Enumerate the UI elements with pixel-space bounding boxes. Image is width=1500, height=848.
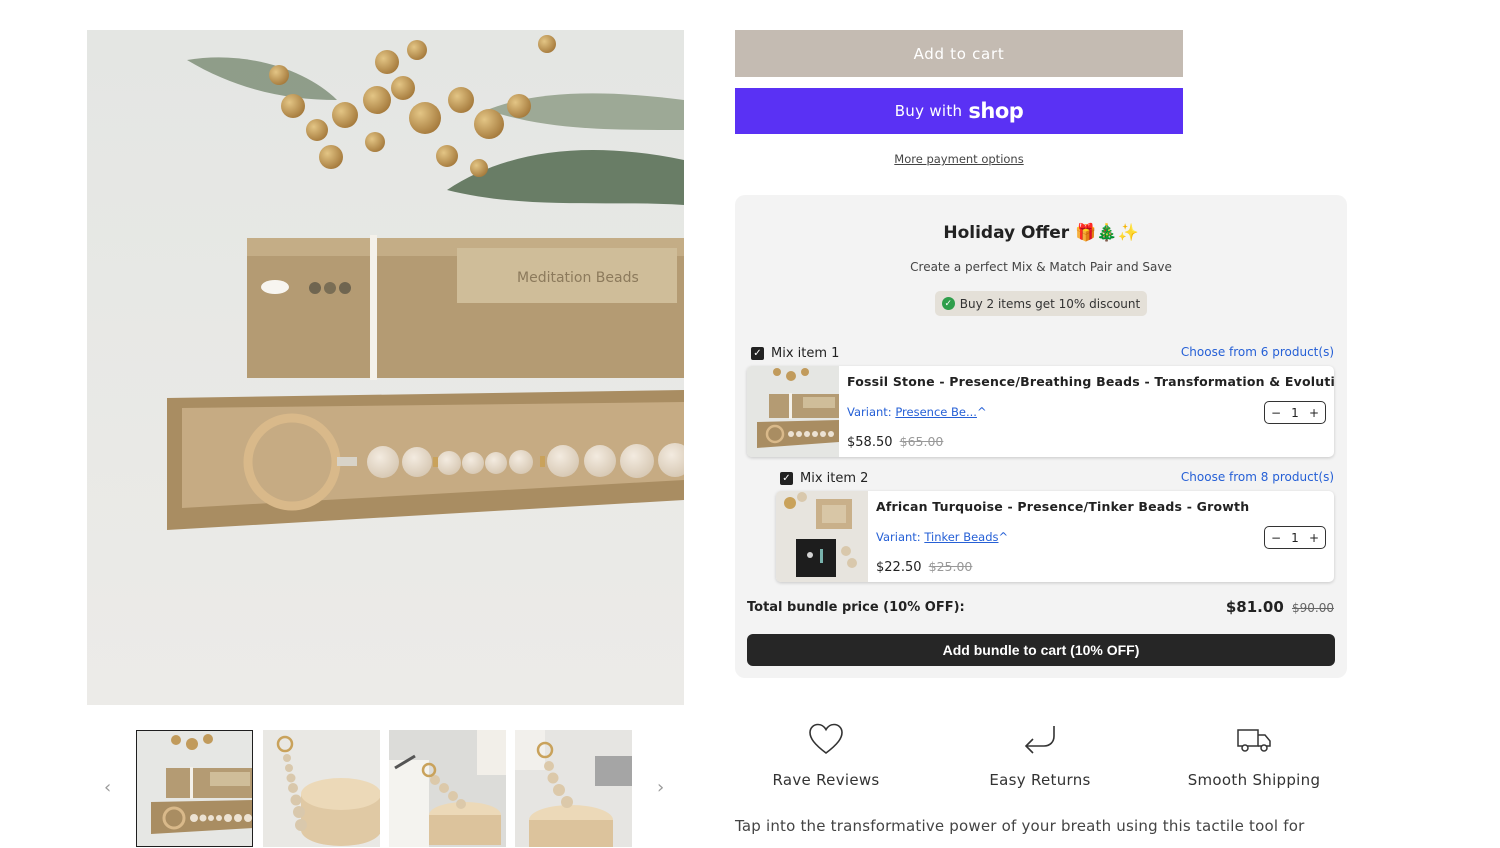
buy-with-label: Buy with [894,102,963,120]
feature-rave-reviews: Rave Reviews [726,722,926,789]
add-to-cart-button[interactable]: Add to cart [735,30,1183,77]
return-arrow-icon [1024,726,1055,754]
more-payment-options-link[interactable]: More payment options [894,152,1023,166]
mix-item-2-checkbox[interactable]: ✓ [780,472,793,485]
prev-thumbnail-arrow[interactable]: ‹ [104,777,111,798]
mix-item-1-card: Fossil Stone - Presence/Breathing Beads … [747,366,1334,457]
total-bundle-price: $81.00 $90.00 [1226,598,1334,616]
minus-icon[interactable]: − [1269,531,1283,545]
feature-smooth-shipping: Smooth Shipping [1154,722,1354,789]
mix-item-2-heading: Mix item 2 [800,471,869,486]
product-description: Tap into the transformative power of you… [735,817,1305,835]
total-compare-price: $90.00 [1292,601,1334,615]
mix-item-2-quantity[interactable]: 1 [1291,531,1299,545]
bundle-offer-panel: Holiday Offer 🎁🎄✨ Create a perfect Mix &… [735,195,1347,678]
add-bundle-to-cart-button[interactable]: Add bundle to cart (10% OFF) [747,634,1335,666]
feature-label: Easy Returns [989,771,1091,789]
box-label-text: Meditation Beads [517,270,639,286]
mix-item-1-image[interactable] [747,366,839,457]
mix-item-1-variant-label: Variant: [847,405,892,419]
mix-item-2-variant-select[interactable]: Tinker Beads [924,530,998,544]
mix-item-1-sale-price: $58.50 [847,435,893,450]
buy-with-shop-button[interactable]: Buy with shop [735,88,1183,134]
mix-item-2-sale-price: $22.50 [876,560,922,575]
feature-label: Smooth Shipping [1187,771,1321,789]
plus-icon[interactable]: + [1307,531,1321,545]
mix-item-2-name: African Turquoise - Presence/Tinker Bead… [876,499,1250,514]
heart-icon [809,723,843,755]
thumbnail-3[interactable] [389,730,506,847]
thumbnail-1[interactable] [136,730,253,847]
mix-item-2-card: African Turquoise - Presence/Tinker Bead… [776,491,1334,582]
mix-item-1-name: Fossil Stone - Presence/Breathing Beads … [847,374,1334,389]
mix-item-1-price: $58.50 $65.00 [847,434,943,450]
thumbnail-strip: ‹ › [100,730,672,848]
discount-badge-text: Buy 2 items get 10% discount [959,296,1141,311]
bundle-subtitle: Create a perfect Mix & Match Pair and Sa… [910,260,1172,274]
total-sale-price: $81.00 [1225,598,1284,616]
discount-badge: ✓ Buy 2 items get 10% discount [935,291,1147,316]
feature-easy-returns: Easy Returns [940,722,1140,789]
mix-item-2-price: $22.50 $25.00 [876,559,972,575]
mix-item-2-image[interactable] [776,491,868,582]
mix-item-1-header: ✓ Mix item 1 [751,346,839,361]
chevron-up-icon[interactable]: ^ [977,405,987,419]
bundle-title: Holiday Offer 🎁🎄✨ [943,223,1139,243]
check-circle-icon: ✓ [941,297,955,310]
mix-item-1-heading: Mix item 1 [771,346,840,361]
main-product-photo: Meditation Beads [87,30,684,705]
mix-item-2-variant-label: Variant: [876,530,921,544]
main-product-image[interactable]: Meditation Beads [87,30,684,705]
plus-icon[interactable]: + [1307,406,1321,420]
thumbnail-2[interactable] [263,730,380,847]
more-payment-options: More payment options [735,152,1183,166]
shop-logo: shop [968,99,1024,123]
mix-item-1-checkbox[interactable]: ✓ [751,347,764,360]
mix-item-1-variant-select[interactable]: Presence Be... [895,405,977,419]
mix-item-2-variant: Variant: Tinker Beads^ [876,530,1008,544]
mix-item-2-header: ✓ Mix item 2 [780,471,868,486]
mix-item-1-compare-price: $65.00 [899,434,944,449]
mix-item-1-quantity[interactable]: 1 [1291,406,1299,420]
mix-item-2-compare-price: $25.00 [928,559,973,574]
thumbnail-4[interactable] [515,730,632,847]
mix-item-1-variant: Variant: Presence Be...^ [847,405,987,419]
feature-label: Rave Reviews [772,771,880,789]
truck-icon [1237,729,1271,752]
chevron-up-icon[interactable]: ^ [999,530,1009,544]
mix-item-2-quantity-stepper: − 1 + [1264,526,1326,549]
mix-item-1-choose-link[interactable]: Choose from 6 product(s) [1181,345,1334,359]
mix-item-2-choose-link[interactable]: Choose from 8 product(s) [1181,470,1334,484]
next-thumbnail-arrow[interactable]: › [657,777,664,798]
minus-icon[interactable]: − [1269,406,1283,420]
total-bundle-label: Total bundle price (10% OFF): [747,600,965,615]
mix-item-1-quantity-stepper: − 1 + [1264,401,1326,424]
